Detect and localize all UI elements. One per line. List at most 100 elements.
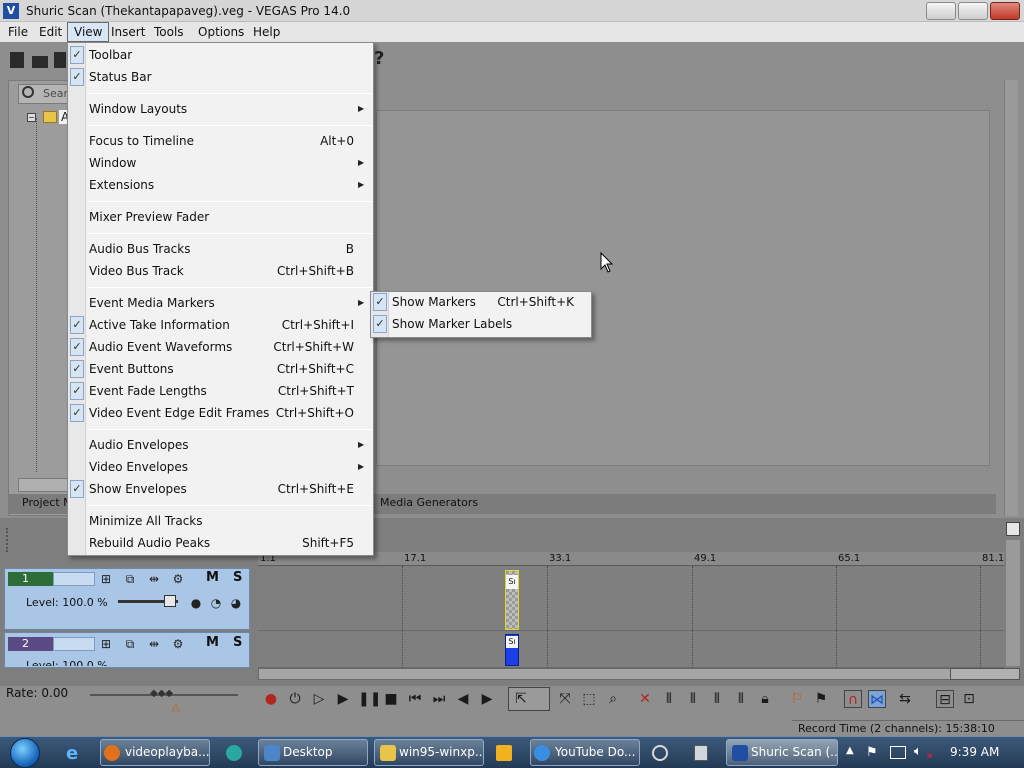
media-player-icon[interactable]	[496, 745, 512, 761]
menu-item-shortcut: Ctrl+Shift+I	[281, 318, 354, 332]
menu-options[interactable]: Options	[192, 22, 250, 42]
show-hidden-icons-icon[interactable]: ▲	[846, 745, 854, 756]
play-icon[interactable]: ▶	[334, 690, 352, 708]
track-parent-icon[interactable]: ◔	[208, 596, 224, 610]
go-to-end-icon[interactable]: ⏭	[430, 690, 448, 708]
menu-insert[interactable]: Insert	[105, 22, 151, 42]
calculator-icon[interactable]	[694, 745, 708, 761]
app-pinned-icon[interactable]	[226, 745, 242, 761]
rate-slider-thumb-icon[interactable]: ◆◆◆	[150, 688, 173, 699]
trim-end-icon[interactable]: ⫴	[708, 690, 726, 708]
track-compositing-icon[interactable]: ⇹	[146, 637, 162, 651]
submenu-item-show-markers[interactable]: Show Markers	[392, 291, 476, 313]
menu-item-label: Window Layouts	[89, 102, 188, 116]
insert-region-icon[interactable]: ⚑	[812, 690, 830, 708]
track-fx-gear-icon[interactable]: ⚙	[170, 572, 186, 586]
track-lane-1[interactable]	[258, 567, 1004, 631]
split-icon[interactable]: ⫴	[732, 690, 750, 708]
selection-tool-icon[interactable]: ⬚	[580, 690, 598, 708]
envelope-tool-icon[interactable]: ⤧	[556, 690, 574, 708]
volume-muted-icon[interactable]: 🔈︎	[914, 744, 922, 759]
normal-edit-tool-icon[interactable]: ⇱	[512, 690, 530, 708]
tree-collapse-icon[interactable]: −	[27, 113, 36, 122]
submenu-item-show-marker-labels[interactable]: Show Marker Labels	[392, 313, 512, 335]
save-icon[interactable]	[54, 52, 66, 68]
start-button[interactable]	[10, 738, 40, 768]
pause-icon[interactable]: ❚❚	[358, 690, 381, 708]
checkmark-icon: ✓	[70, 46, 84, 64]
track-motion-icon[interactable]: ⧉	[122, 637, 138, 651]
settings-gear-icon[interactable]	[652, 745, 668, 761]
play-from-start-icon[interactable]: ▷	[310, 690, 328, 708]
ruler-tick-label: 81.1	[982, 553, 1005, 564]
ripple-edit-icon[interactable]: ⇆	[896, 690, 914, 708]
ignore-grouping-icon[interactable]: ⊡	[960, 690, 978, 708]
previous-frame-icon[interactable]: ◀	[454, 690, 472, 708]
checkmark-icon: ✓	[70, 382, 84, 400]
maximize-button[interactable]	[958, 2, 988, 20]
next-frame-icon[interactable]: ▶	[478, 690, 496, 708]
track-child-icon[interactable]: ◕	[228, 596, 244, 610]
action-center-flag-icon[interactable]: ⚑	[866, 745, 878, 760]
insert-marker-icon[interactable]: ⚐	[788, 690, 806, 708]
track-motion-icon[interactable]: ⧉	[122, 572, 138, 586]
open-folder-icon[interactable]	[32, 56, 48, 68]
menu-item-label: Audio Envelopes	[89, 438, 189, 452]
internet-explorer-icon[interactable]: e	[66, 743, 78, 764]
timeline-grip[interactable]	[6, 528, 12, 552]
timeline-horizontal-scrollbar[interactable]	[258, 668, 1004, 680]
menu-edit[interactable]: Edit	[33, 22, 68, 42]
auto-crossfade-icon[interactable]: ⋈	[868, 690, 886, 708]
menu-view[interactable]: View	[67, 22, 110, 42]
menu-item-shortcut: Ctrl+Shift+C	[276, 362, 354, 376]
menu-item-label: Mixer Preview Fader	[89, 210, 210, 224]
desktop-icon	[264, 745, 280, 761]
menu-item-shortcut: Alt+0	[320, 134, 354, 148]
track-level-slider-thumb[interactable]	[164, 595, 176, 607]
close-button[interactable]	[990, 2, 1020, 20]
go-to-start-icon[interactable]: ⏮	[406, 690, 424, 708]
track-lane-2[interactable]	[258, 632, 1004, 668]
track-solo-button[interactable]: S	[233, 570, 242, 585]
menu-item-label: Audio Bus Tracks	[89, 242, 191, 256]
clock[interactable]: 9:39 AM	[950, 745, 999, 759]
explorer-horizontal-scrollbar[interactable]	[18, 478, 70, 492]
minimize-button[interactable]	[926, 2, 956, 20]
menu-help[interactable]: Help	[247, 22, 286, 42]
trim-start-icon[interactable]: ⫴	[684, 690, 702, 708]
delete-icon[interactable]: ✕	[636, 690, 654, 708]
preview-vertical-scrollbar[interactable]	[1004, 80, 1018, 516]
lock-icon[interactable]: 🔒︎	[756, 690, 774, 708]
network-icon[interactable]	[890, 746, 906, 759]
track-solo-button[interactable]: S	[233, 635, 242, 650]
stop-icon[interactable]: ■	[382, 690, 400, 708]
track-mute-button[interactable]: M	[206, 570, 219, 585]
new-file-icon[interactable]	[10, 52, 24, 68]
help-question-icon[interactable]: ?	[374, 48, 384, 69]
track-expand-icon[interactable]: ⊞	[98, 637, 114, 651]
menu-item-shortcut: Ctrl+Shift+B	[277, 264, 354, 278]
menu-file[interactable]: File	[2, 22, 34, 42]
tab-media-generators[interactable]: Media Generators	[380, 496, 478, 509]
trim-icon[interactable]: ⫴	[660, 690, 678, 708]
zoom-tool-icon[interactable]: ⌕	[604, 690, 622, 708]
track-fx-gear-icon[interactable]: ⚙	[170, 637, 186, 651]
record-icon[interactable]: ●	[262, 690, 280, 708]
track-composite-icon[interactable]: ●	[188, 596, 204, 610]
zoom-buttons[interactable]	[950, 668, 1020, 680]
menu-item-label: Video Bus Track	[89, 264, 184, 278]
lock-envelopes-icon[interactable]: ⊟	[936, 690, 954, 708]
checkmark-icon: ✓	[70, 404, 84, 422]
menu-tools[interactable]: Tools	[148, 22, 190, 42]
track-expand-icon[interactable]: ⊞	[98, 572, 114, 586]
tab-project-media[interactable]: Project M	[22, 496, 73, 509]
loop-playback-icon[interactable]: ⏻	[286, 690, 304, 708]
track-compositing-icon[interactable]: ⇹	[146, 572, 162, 586]
track-name-field[interactable]	[53, 572, 95, 586]
track-name-field[interactable]	[53, 637, 95, 651]
snapping-icon[interactable]: ∩	[844, 690, 862, 708]
search-icon	[22, 86, 34, 98]
track-mute-button[interactable]: M	[206, 635, 219, 650]
marker-flag-icon[interactable]	[1006, 522, 1020, 536]
timeline-vertical-scrollbar[interactable]	[1006, 540, 1020, 666]
